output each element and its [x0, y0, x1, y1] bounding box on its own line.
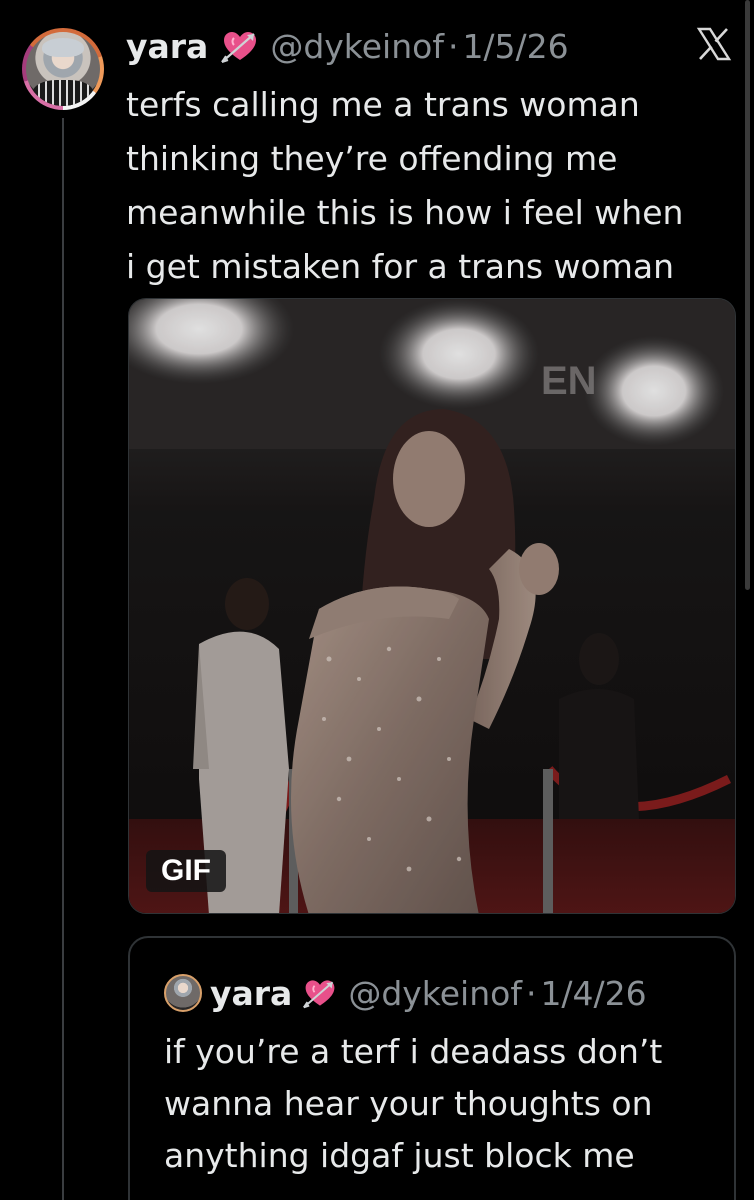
quoted-post-date[interactable]: 1/4/26	[540, 974, 646, 1013]
quoted-user-handle[interactable]: @dykeinof	[348, 974, 522, 1013]
quoted-avatar[interactable]	[164, 974, 202, 1012]
heart-with-arrow-icon	[220, 26, 260, 66]
post-date[interactable]: 1/5/26	[462, 27, 568, 66]
post-text: terfs calling me a trans woman thinking …	[126, 78, 736, 294]
scrollbar[interactable]	[745, 0, 750, 590]
separator-dot: ·	[447, 26, 459, 66]
post-text-line: terfs calling me a trans woman	[126, 85, 640, 124]
separator-dot: ·	[525, 973, 537, 1013]
post-text-line: meanwhile this is how i feel when	[126, 193, 684, 232]
avatar[interactable]	[22, 28, 104, 110]
heart-with-arrow-icon	[302, 975, 338, 1011]
quoted-post-text: if you’re a terf i deadass don’t wanna h…	[164, 1026, 724, 1182]
quoted-post-header: yara @dykeinof · 1/4/26	[210, 970, 647, 1016]
quoted-text-line: if you’re a terf i deadass don’t	[164, 1032, 663, 1071]
user-handle[interactable]: @dykeinof	[270, 27, 444, 66]
thread-line	[62, 118, 64, 1200]
gif-media[interactable]: EN	[128, 298, 736, 914]
post-text-line: thinking they’re offending me	[126, 139, 618, 178]
x-logo-icon[interactable]	[696, 26, 732, 62]
gif-badge: GIF	[146, 850, 226, 892]
post-header: yara @dykeinof · 1/5/26	[126, 22, 569, 70]
screen: yara @dykeinof · 1/5/26 terfs calling me…	[0, 0, 754, 1200]
display-name[interactable]: yara	[126, 27, 208, 66]
quoted-text-line: wanna hear your thoughts on	[164, 1084, 653, 1123]
post-text-line: i get mistaken for a trans woman	[126, 247, 675, 286]
avatar-photo	[26, 32, 100, 106]
quoted-display-name[interactable]: yara	[210, 974, 292, 1013]
quoted-text-line: anything idgaf just block me	[164, 1136, 635, 1175]
gif-frame: EN	[129, 299, 735, 913]
